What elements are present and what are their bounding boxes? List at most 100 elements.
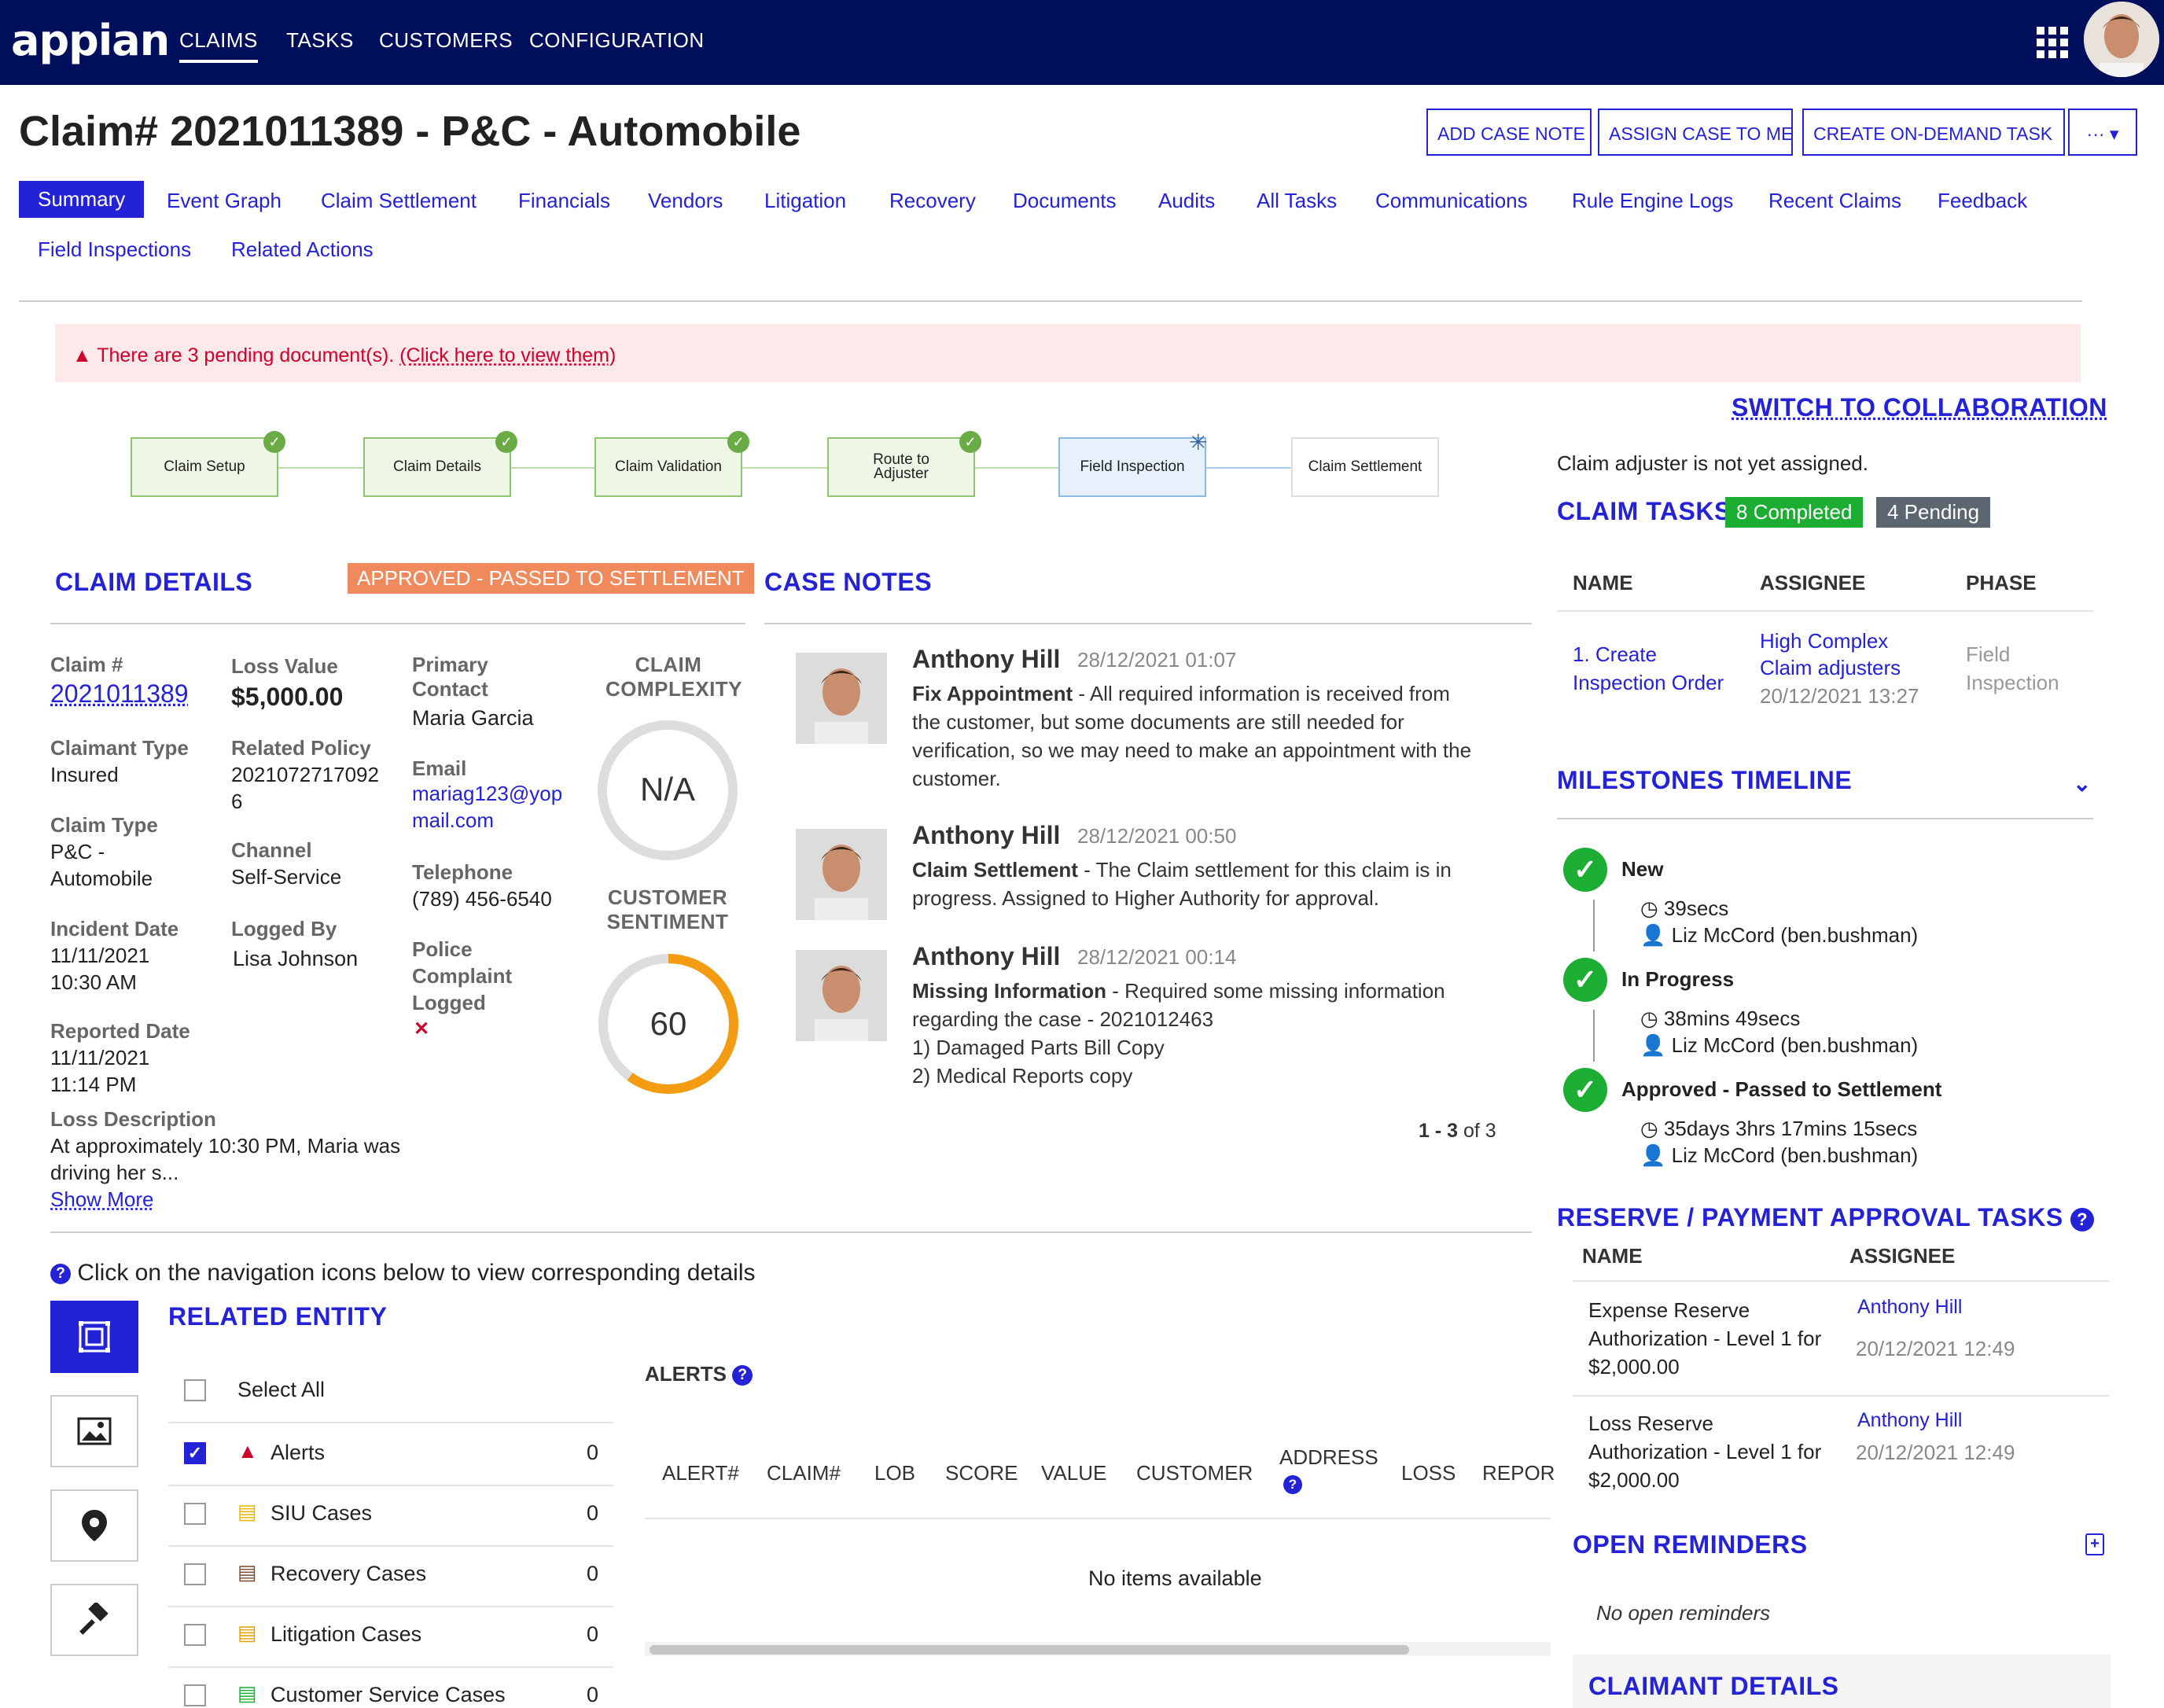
entity-nav-gavel-icon[interactable] [50,1584,138,1656]
task-phase: Field Inspection [1966,642,2059,694]
nav-customers[interactable]: CUSTOMERS [379,28,513,53]
alerts-column-header: ALERT# [662,1461,739,1485]
reserve-task-name: Expense Reserve Authorization - Level 1 f… [1588,1298,1822,1379]
incident-date-label: Incident Date [50,917,179,941]
reserve-task-assignee-link[interactable]: Anthony Hill [1857,1409,1962,1432]
page-title: Claim# 2021011389 - P&C - Automobile [19,108,801,155]
milestone-check-icon: ✓ [1563,1068,1607,1112]
no-icon: ✕ [414,1018,430,1040]
tab-recovery[interactable]: Recovery [889,189,976,213]
timeline-connector [1593,900,1595,952]
tab-claim-settlement[interactable]: Claim Settlement [321,189,477,213]
note-author: Anthony Hill [912,645,1061,673]
help-icon[interactable]: ? [2070,1207,2095,1231]
help-icon[interactable]: ? [1283,1475,1302,1494]
open-reminders-heading: OPEN REMINDERS [1573,1530,1808,1559]
app-grid-icon[interactable] [2037,27,2068,58]
select-all-checkbox[interactable] [184,1379,206,1401]
appian-logo[interactable]: appian [11,16,170,65]
task-name-link[interactable]: 1. Create Inspection Order [1573,640,1724,697]
tab-litigation[interactable]: Litigation [764,189,846,213]
alerts-column-header: VALUE [1041,1461,1107,1485]
warning-icon: ▲ [72,344,92,366]
status-badge: APPROVED - PASSED TO SETTLEMENT [348,563,754,594]
step-claim-details[interactable]: Claim Details [363,437,511,497]
email-link[interactable]: mail.com [412,808,494,833]
view-pending-documents-link[interactable]: (Click here to view them) [399,344,616,366]
chevron-down-icon[interactable]: ⌄ [2073,771,2091,797]
tab-rule-engine-logs[interactable]: Rule Engine Logs [1572,189,1733,213]
step-claim-setup[interactable]: Claim Setup [131,437,278,497]
entity-nav-location-icon[interactable] [50,1489,138,1562]
milestone-check-icon: ✓ [1563,848,1607,892]
step-claim-validation[interactable]: Claim Validation [594,437,742,497]
reported-time-value: 11:14 PM [50,1073,137,1096]
clock-icon: ◷ [1640,1007,1658,1030]
recovery-cases-checkbox[interactable] [184,1563,206,1585]
check-icon: ✓ [495,431,517,453]
related-policy-value: 6 [231,790,243,813]
no-reminders-text: No open reminders [1596,1601,1771,1625]
entity-nav-related-icon[interactable] [50,1301,138,1373]
milestone-name: In Progress [1621,967,1735,991]
tab-event-graph[interactable]: Event Graph [167,189,282,213]
claimant-details-heading: CLAIMANT DETAILS [1588,1672,1839,1700]
task-assignee-link[interactable]: High Complex Claim adjusters [1760,628,1901,681]
more-actions-button[interactable]: ··· ▾ [2068,109,2137,156]
reserve-task-assignee-link[interactable]: Anthony Hill [1857,1296,1962,1319]
entity-nav-image-icon[interactable] [50,1395,138,1467]
pending-badge: 4 Pending [1876,497,1991,528]
nav-claims[interactable]: CLAIMS [179,28,258,63]
tab-field-inspections[interactable]: Field Inspections [38,237,191,262]
alerts-checkbox[interactable]: ✓ [184,1442,206,1464]
case-icon: ▤ [237,1621,257,1644]
nav-configuration[interactable]: CONFIGURATION [529,28,705,53]
step-field-inspection[interactable]: Field Inspection [1058,437,1206,497]
alerts-column-header: LOB [874,1461,916,1485]
email-label: Email [412,756,467,780]
help-icon[interactable]: ? [732,1365,753,1386]
add-case-note-button[interactable]: ADD CASE NOTE [1426,109,1592,156]
switch-to-collaboration-link[interactable]: SWITCH TO COLLABORATION [1732,393,2107,422]
milestone-duration: ◷ 35days 3hrs 17mins 15secs [1640,1117,1918,1140]
assign-case-button[interactable]: ASSIGN CASE TO ME [1598,109,1793,156]
tab-financials[interactable]: Financials [518,189,610,213]
step-route-to-adjuster[interactable]: Route to Adjuster [827,437,975,497]
divider [645,1518,1551,1519]
tab-related-actions[interactable]: Related Actions [231,237,374,262]
tab-recent-claims[interactable]: Recent Claims [1768,189,1901,213]
tab-summary[interactable]: Summary [19,181,145,218]
siu-cases-checkbox[interactable] [184,1503,206,1525]
column-header: PHASE [1966,571,2037,594]
claim-number-link[interactable]: 2021011389 [50,679,189,709]
user-avatar[interactable] [2084,2,2159,77]
tab-communications[interactable]: Communications [1375,189,1528,213]
claimant-type-label: Claimant Type [50,736,189,760]
alerts-column-header: REPOR [1482,1461,1555,1485]
create-on-demand-task-button[interactable]: CREATE ON-DEMAND TASK [1802,109,2065,156]
divider [764,623,1532,624]
litigation-cases-checkbox[interactable] [184,1624,206,1646]
email-link[interactable]: mariag123@yop [412,782,562,806]
add-reminder-icon[interactable]: + [2085,1533,2104,1555]
milestone-check-icon: ✓ [1563,958,1607,1002]
navigation-hint: ? Click on the navigation icons below to… [50,1260,756,1287]
divider [168,1545,613,1547]
loss-description-label: Loss Description [50,1107,216,1131]
complexity-value: N/A [639,771,695,808]
claim-type-value: P&C - [50,840,105,863]
tab-all-tasks[interactable]: All Tasks [1257,189,1337,213]
tab-vendors[interactable]: Vendors [648,189,723,213]
loss-description-text: driving her s... [50,1161,179,1184]
warning-icon: ▲ [237,1439,258,1463]
tab-feedback[interactable]: Feedback [1938,189,2027,213]
show-more-link[interactable]: Show More [50,1187,154,1212]
nav-tasks[interactable]: TASKS [286,28,354,53]
scrollbar-thumb[interactable] [650,1645,1409,1655]
tab-documents[interactable]: Documents [1013,189,1117,213]
tab-audits[interactable]: Audits [1158,189,1215,213]
reserve-task-name: Loss Reserve Authorization - Level 1 for $… [1588,1412,1822,1492]
loss-value: $5,000.00 [231,683,344,711]
customer-service-cases-checkbox[interactable] [184,1684,206,1706]
step-claim-settlement[interactable]: Claim Settlement [1291,437,1439,497]
